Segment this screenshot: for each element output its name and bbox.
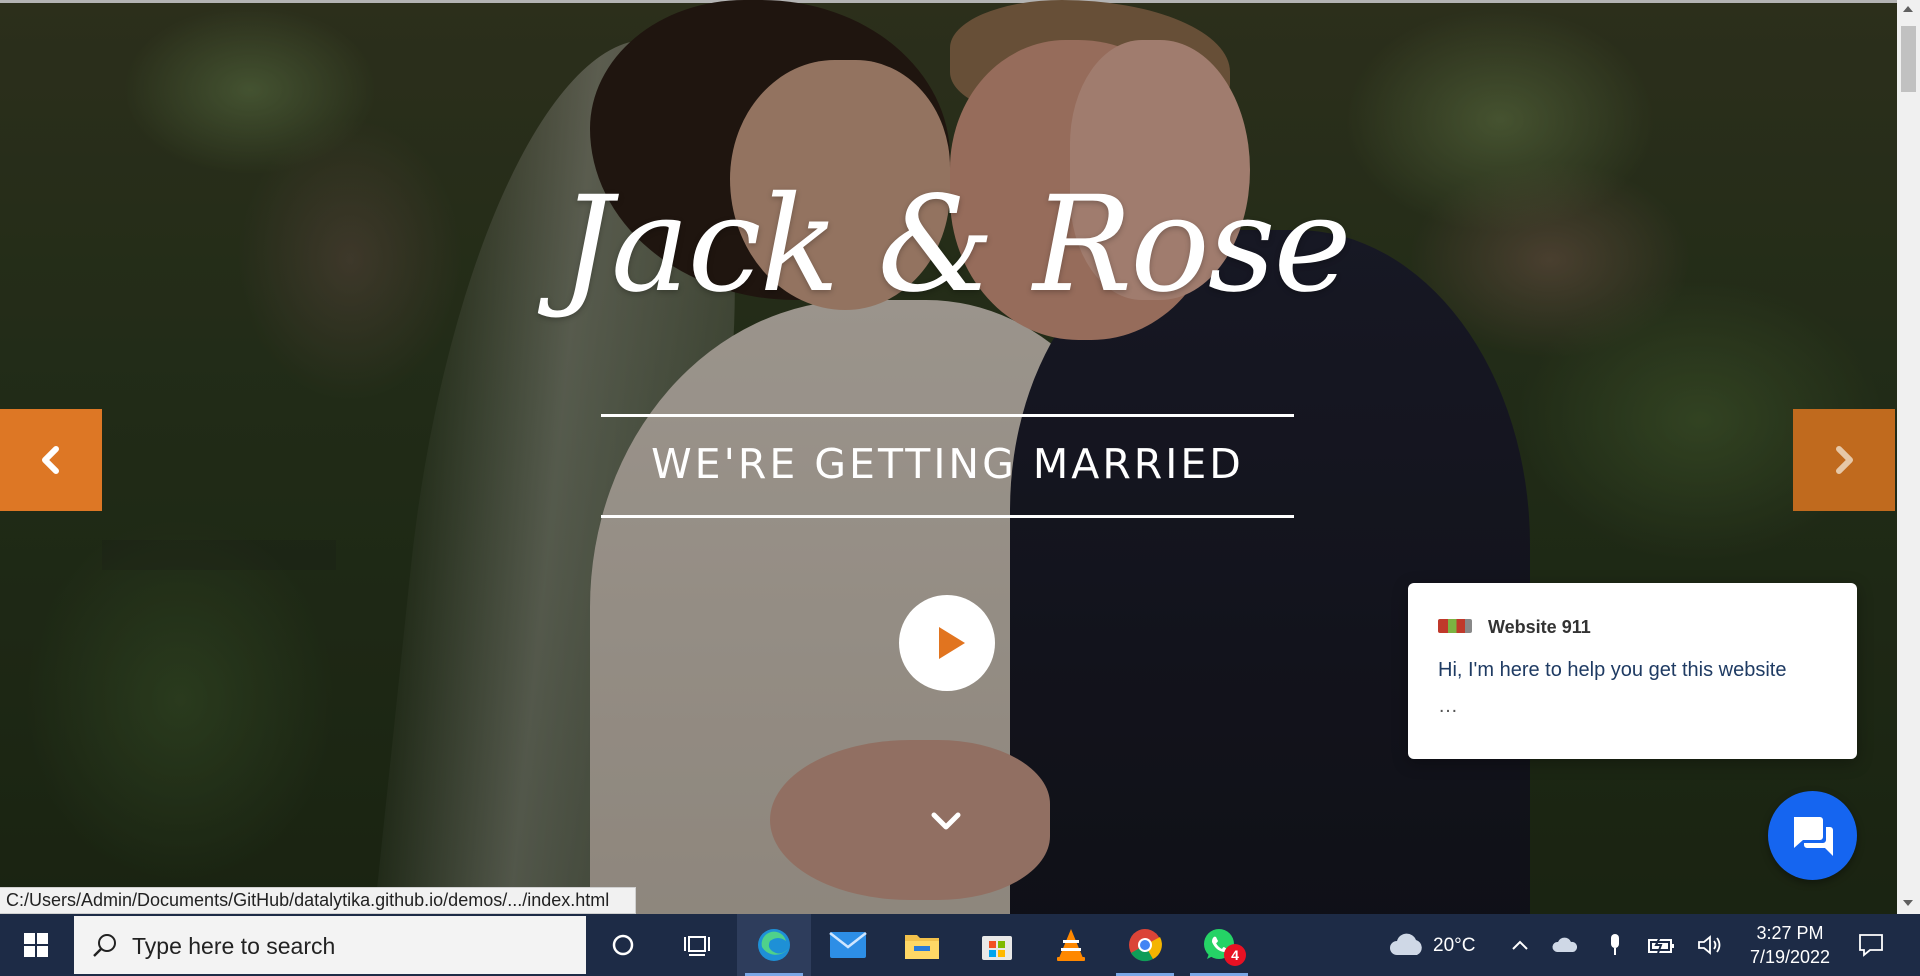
speaker-icon [1698,935,1721,955]
taskbar-chrome[interactable] [1108,914,1182,976]
agent-name: Website 911 [1488,617,1591,637]
volume-tray[interactable] [1690,914,1730,976]
scroll-up-arrow-icon[interactable] [1903,6,1913,12]
title-divider-top [601,414,1294,417]
vlc-icon [1057,929,1085,961]
task-view-icon [684,936,710,956]
battery-tray[interactable] [1642,914,1682,976]
page-scrollbar[interactable] [1897,0,1920,914]
taskbar-edge[interactable] [737,914,811,976]
cortana-icon [612,934,634,956]
microphone-icon [1611,934,1619,955]
slider-next-button[interactable] [1793,409,1895,511]
task-view-button[interactable] [660,914,734,976]
notification-badge: 4 [1224,944,1246,966]
link-status-url: C:/Users/Admin/Documents/GitHub/datalyti… [0,887,636,914]
taskbar-microsoft-store[interactable] [960,914,1034,976]
start-button[interactable] [0,914,72,976]
taskbar-file-explorer[interactable] [885,914,959,976]
search-placeholder: Type here to search [132,933,336,959]
taskbar-search-box[interactable]: Type here to search [74,916,586,974]
hero-slider: Jack & Rose WE'RE GETTING MARRIED [0,0,1897,914]
taskbar-vlc[interactable] [1034,914,1108,976]
clock-date: 7/19/2022 [1749,947,1831,967]
play-video-button[interactable] [899,595,995,691]
scroll-down-arrow-icon[interactable] [1903,900,1913,906]
chat-bubble-icon [1794,817,1833,856]
mail-icon [829,932,867,958]
file-explorer-icon [905,935,939,959]
cloud-icon [1390,933,1422,955]
windows-taskbar: Type here to search 4 20°C 3:27 PM 7/19/… [0,914,1920,976]
chat-typing-ellipsis: … [1438,695,1458,717]
onedrive-tray[interactable] [1545,914,1585,976]
system-clock[interactable]: 3:27 PM 7/19/2022 [1735,921,1845,969]
show-hidden-icons-button[interactable] [1500,914,1540,976]
action-center-button[interactable] [1846,914,1896,976]
title-divider-bottom [601,515,1294,518]
cortana-button[interactable] [586,914,660,976]
clock-time: 3:27 PM [1756,923,1824,943]
edge-icon [758,929,790,961]
slider-prev-button[interactable] [0,409,102,511]
windows-logo-icon [24,933,48,957]
chat-message: Hi, I'm here to help you get this websit… [1438,659,1787,681]
onedrive-icon [1552,937,1578,952]
chevron-right-icon [1836,446,1853,474]
microphone-tray[interactable] [1595,914,1635,976]
faded-caption-bar [102,540,336,570]
microsoft-store-icon [982,936,1012,960]
hero-subtitle: WE'RE GETTING MARRIED [651,440,1244,488]
battery-icon [1648,936,1674,954]
chevron-left-icon [42,446,59,474]
notification-icon [1859,934,1883,957]
weather-widget[interactable] [1382,914,1432,976]
scrollbar-thumb[interactable] [1901,26,1916,92]
chat-greeting-popup[interactable]: Website 911 Hi, I'm here to help you get… [1408,583,1857,759]
taskbar-whatsapp[interactable]: 4 [1182,914,1256,976]
scroll-down-icon[interactable] [930,810,962,834]
play-icon [939,627,965,659]
agent-logo [1438,619,1472,633]
search-icon [93,934,116,957]
open-chat-button[interactable] [1768,791,1857,880]
chrome-icon [1129,929,1162,962]
chevron-up-icon [1512,940,1528,950]
weather-temperature: 20°C [1433,935,1476,956]
taskbar-mail[interactable] [811,914,885,976]
couple-names-title: Jack & Rose [560,168,1352,322]
